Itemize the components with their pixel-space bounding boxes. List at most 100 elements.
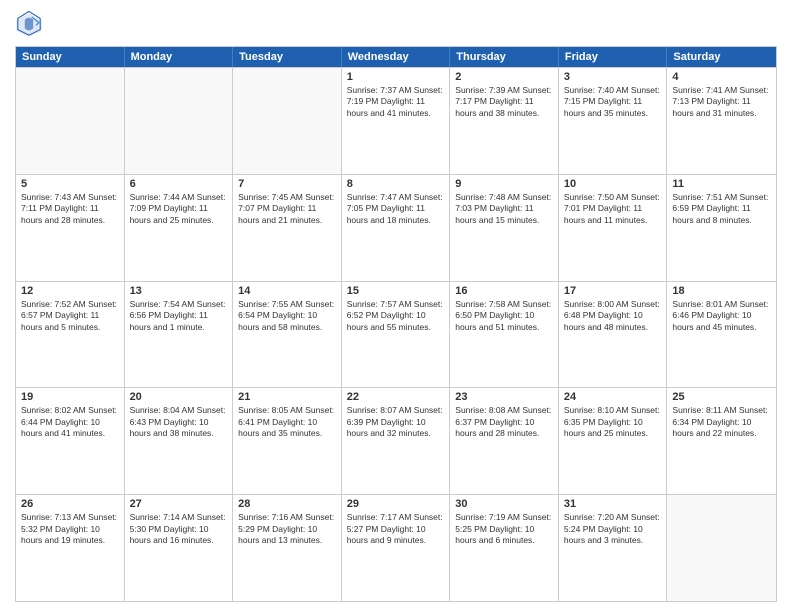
week-row-3: 19Sunrise: 8:02 AM Sunset: 6:44 PM Dayli… [16,387,776,494]
day-info: Sunrise: 7:40 AM Sunset: 7:15 PM Dayligh… [564,85,662,119]
header [15,10,777,38]
day-info: Sunrise: 8:07 AM Sunset: 6:39 PM Dayligh… [347,405,445,439]
day-number: 6 [130,178,228,190]
day-number: 29 [347,498,445,510]
day-info: Sunrise: 8:05 AM Sunset: 6:41 PM Dayligh… [238,405,336,439]
day-cell-13: 13Sunrise: 7:54 AM Sunset: 6:56 PM Dayli… [125,282,234,388]
day-info: Sunrise: 7:39 AM Sunset: 7:17 PM Dayligh… [455,85,553,119]
day-cell-11: 11 Sunrise: 7:51 AM Sunset: 6:59 PM Dayli… [667,175,776,281]
day-cell-16: 16 Sunrise: 7:58 AM Sunset: 6:50 PM Dayli… [450,282,559,388]
day-cell-10: 10 Sunrise: 7:50 AM Sunset: 7:01 PM Dayli… [559,175,668,281]
day-cell-28: 28 Sunrise: 7:16 AM Sunset: 5:29 PM Dayli… [233,495,342,601]
day-info: Sunrise: 7:13 AM Sunset: 5:32 PM Dayligh… [21,512,119,546]
day-info: Sunrise: 8:01 AM Sunset: 6:46 PM Dayligh… [672,299,771,333]
day-cell-20: 20Sunrise: 8:04 AM Sunset: 6:43 PM Dayli… [125,388,234,494]
day-number: 5 [21,178,119,190]
day-header-thursday: Thursday [450,47,559,67]
day-header-wednesday: Wednesday [342,47,451,67]
day-cell-14: 14 Sunrise: 7:55 AM Sunset: 6:54 PM Dayli… [233,282,342,388]
day-info: Sunrise: 7:51 AM Sunset: 6:59 PM Dayligh… [672,192,771,226]
day-number: 28 [238,498,336,510]
day-info: Sunrise: 7:50 AM Sunset: 7:01 PM Dayligh… [564,192,662,226]
day-cell-23: 23 Sunrise: 8:08 AM Sunset: 6:37 PM Dayli… [450,388,559,494]
day-number: 27 [130,498,228,510]
day-number: 9 [455,178,553,190]
week-row-2: 12 Sunrise: 7:52 AM Sunset: 6:57 PM Dayli… [16,281,776,388]
day-cell-8: 8Sunrise: 7:47 AM Sunset: 7:05 PM Daylig… [342,175,451,281]
day-number: 22 [347,391,445,403]
day-number: 30 [455,498,553,510]
day-cell-25: 25Sunrise: 8:11 AM Sunset: 6:34 PM Dayli… [667,388,776,494]
day-info: Sunrise: 7:57 AM Sunset: 6:52 PM Dayligh… [347,299,445,333]
day-number: 3 [564,71,662,83]
day-number: 24 [564,391,662,403]
day-number: 25 [672,391,771,403]
day-info: Sunrise: 7:55 AM Sunset: 6:54 PM Dayligh… [238,299,336,333]
day-header-sunday: Sunday [16,47,125,67]
day-info: Sunrise: 7:20 AM Sunset: 5:24 PM Dayligh… [564,512,662,546]
day-cell-2: 2 Sunrise: 7:39 AM Sunset: 7:17 PM Daylig… [450,68,559,174]
day-number: 1 [347,71,445,83]
day-info: Sunrise: 7:45 AM Sunset: 7:07 PM Dayligh… [238,192,336,226]
day-cell-31: 31 Sunrise: 7:20 AM Sunset: 5:24 PM Dayli… [559,495,668,601]
day-number: 7 [238,178,336,190]
day-info: Sunrise: 7:17 AM Sunset: 5:27 PM Dayligh… [347,512,445,546]
day-number: 2 [455,71,553,83]
day-header-tuesday: Tuesday [233,47,342,67]
day-cell-9: 9 Sunrise: 7:48 AM Sunset: 7:03 PM Daylig… [450,175,559,281]
day-number: 18 [672,285,771,297]
week-row-4: 26 Sunrise: 7:13 AM Sunset: 5:32 PM Dayli… [16,494,776,601]
day-cell-17: 17 Sunrise: 8:00 AM Sunset: 6:48 PM Dayli… [559,282,668,388]
day-number: 17 [564,285,662,297]
day-cell-22: 22 Sunrise: 8:07 AM Sunset: 6:39 PM Dayli… [342,388,451,494]
day-number: 31 [564,498,662,510]
day-cell-empty [233,68,342,174]
day-number: 8 [347,178,445,190]
day-cell-empty [16,68,125,174]
day-cell-21: 21 Sunrise: 8:05 AM Sunset: 6:41 PM Dayli… [233,388,342,494]
day-number: 12 [21,285,119,297]
day-cell-empty [667,495,776,601]
day-info: Sunrise: 7:41 AM Sunset: 7:13 PM Dayligh… [672,85,771,119]
day-number: 14 [238,285,336,297]
day-cell-7: 7 Sunrise: 7:45 AM Sunset: 7:07 PM Daylig… [233,175,342,281]
day-info: Sunrise: 8:08 AM Sunset: 6:37 PM Dayligh… [455,405,553,439]
calendar: SundayMondayTuesdayWednesdayThursdayFrid… [15,46,777,602]
day-number: 21 [238,391,336,403]
day-cell-1: 1 Sunrise: 7:37 AM Sunset: 7:19 PM Daylig… [342,68,451,174]
day-number: 10 [564,178,662,190]
week-row-0: 1 Sunrise: 7:37 AM Sunset: 7:19 PM Daylig… [16,67,776,174]
logo [15,10,47,38]
day-number: 23 [455,391,553,403]
day-info: Sunrise: 7:58 AM Sunset: 6:50 PM Dayligh… [455,299,553,333]
day-info: Sunrise: 7:37 AM Sunset: 7:19 PM Dayligh… [347,85,445,119]
day-number: 4 [672,71,771,83]
week-row-1: 5 Sunrise: 7:43 AM Sunset: 7:11 PM Daylig… [16,174,776,281]
calendar-body: 1 Sunrise: 7:37 AM Sunset: 7:19 PM Daylig… [16,67,776,601]
day-info: Sunrise: 7:43 AM Sunset: 7:11 PM Dayligh… [21,192,119,226]
day-info: Sunrise: 7:52 AM Sunset: 6:57 PM Dayligh… [21,299,119,333]
day-number: 26 [21,498,119,510]
day-number: 13 [130,285,228,297]
logo-icon [15,10,43,38]
day-info: Sunrise: 7:44 AM Sunset: 7:09 PM Dayligh… [130,192,228,226]
day-number: 11 [672,178,771,190]
day-info: Sunrise: 7:48 AM Sunset: 7:03 PM Dayligh… [455,192,553,226]
day-info: Sunrise: 8:00 AM Sunset: 6:48 PM Dayligh… [564,299,662,333]
day-cell-27: 27 Sunrise: 7:14 AM Sunset: 5:30 PM Dayli… [125,495,234,601]
day-cell-24: 24Sunrise: 8:10 AM Sunset: 6:35 PM Dayli… [559,388,668,494]
day-info: Sunrise: 7:19 AM Sunset: 5:25 PM Dayligh… [455,512,553,546]
day-cell-30: 30 Sunrise: 7:19 AM Sunset: 5:25 PM Dayli… [450,495,559,601]
day-info: Sunrise: 8:04 AM Sunset: 6:43 PM Dayligh… [130,405,228,439]
day-number: 16 [455,285,553,297]
day-header-saturday: Saturday [667,47,776,67]
day-cell-19: 19Sunrise: 8:02 AM Sunset: 6:44 PM Dayli… [16,388,125,494]
day-info: Sunrise: 7:16 AM Sunset: 5:29 PM Dayligh… [238,512,336,546]
day-cell-12: 12 Sunrise: 7:52 AM Sunset: 6:57 PM Dayli… [16,282,125,388]
day-info: Sunrise: 7:14 AM Sunset: 5:30 PM Dayligh… [130,512,228,546]
day-cell-6: 6 Sunrise: 7:44 AM Sunset: 7:09 PM Daylig… [125,175,234,281]
day-cell-3: 3 Sunrise: 7:40 AM Sunset: 7:15 PM Daylig… [559,68,668,174]
calendar-header: SundayMondayTuesdayWednesdayThursdayFrid… [16,47,776,67]
day-number: 19 [21,391,119,403]
day-header-friday: Friday [559,47,668,67]
